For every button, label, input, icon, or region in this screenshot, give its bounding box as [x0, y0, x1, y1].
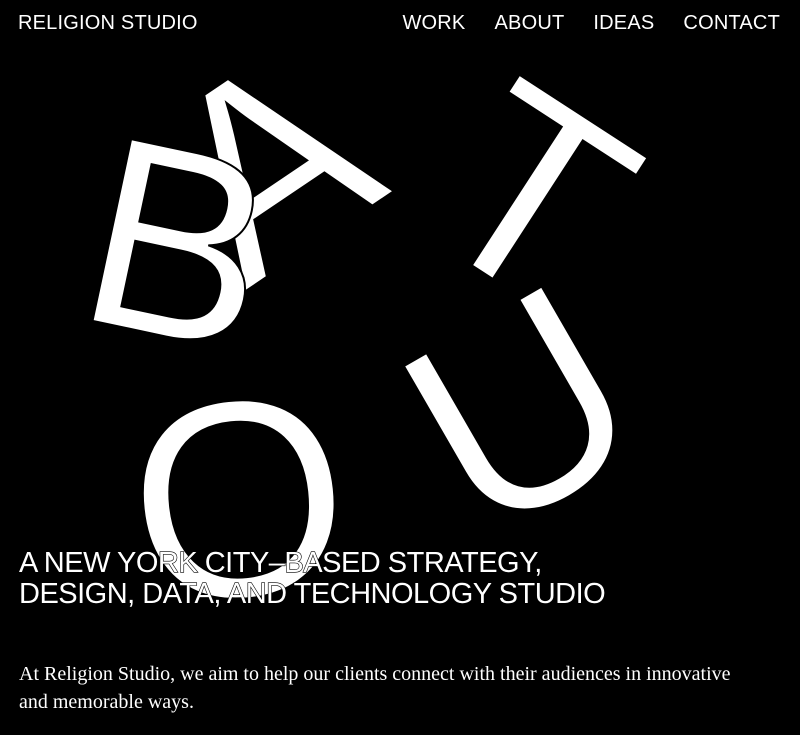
nav-item-contact[interactable]: CONTACT [683, 12, 780, 35]
nav-item-ideas[interactable]: IDEAS [593, 12, 654, 35]
nav-item-work[interactable]: WORK [402, 12, 465, 35]
site-logo[interactable]: RELIGION STUDIO [18, 12, 198, 35]
hero-about-letters: A B T O U [0, 0, 800, 735]
tagline-line-2: DESIGN, DATA, AND TECHNOLOGY STUDIO [18, 578, 606, 610]
tagline-line-1: A NEW YORK CITY–BASED STRATEGY, [18, 547, 542, 579]
intro-paragraph: At Religion Studio, we aim to help our c… [19, 663, 731, 713]
studio-tagline: A NEW YORK CITY–BASED STRATEGY, DESIGN, … [18, 547, 719, 610]
nav-item-about[interactable]: ABOUT [494, 12, 564, 35]
main-nav: WORK ABOUT IDEAS CONTACT [402, 12, 780, 35]
